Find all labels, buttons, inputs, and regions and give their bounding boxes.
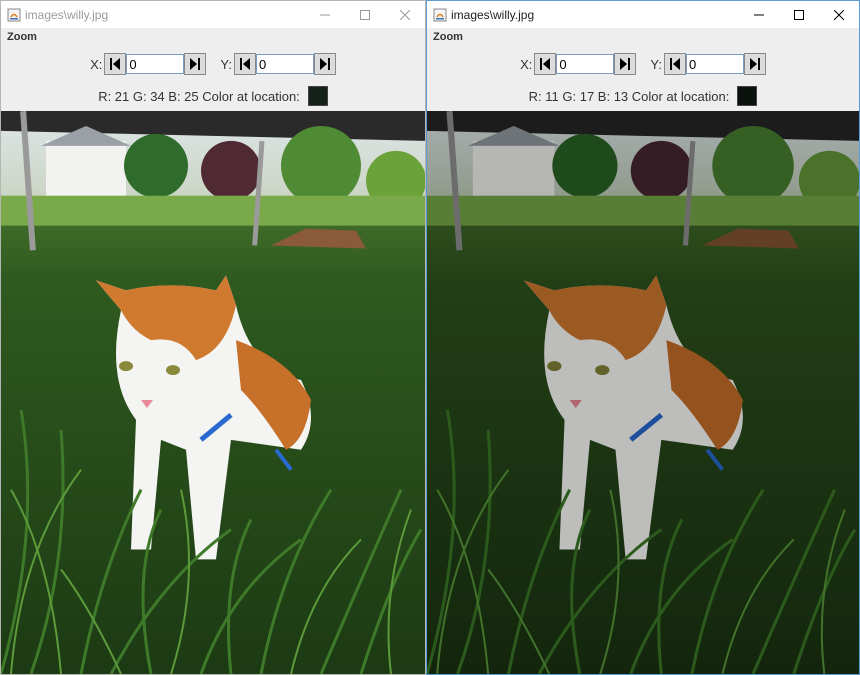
arrow-right-icon: [749, 58, 760, 70]
x-coordinate-input[interactable]: [556, 54, 615, 74]
java-app-icon: [433, 8, 447, 21]
picture-window-darkened: images\willy.jpg Zoom X: Y:: [426, 0, 860, 675]
y-increment-button[interactable]: [313, 53, 336, 75]
y-increment-button[interactable]: [743, 53, 766, 75]
close-button[interactable]: [385, 1, 425, 28]
color-swatch: [307, 86, 328, 106]
y-coordinate-input[interactable]: [255, 54, 314, 74]
coordinate-controls: X: Y:: [427, 51, 859, 77]
title-bar[interactable]: images\willy.jpg: [1, 1, 425, 28]
coordinate-controls: X: Y:: [1, 51, 425, 77]
x-increment-button[interactable]: [184, 53, 207, 75]
close-icon: [834, 9, 844, 20]
menu-zoom[interactable]: Zoom: [7, 31, 37, 43]
java-app-icon: [7, 8, 21, 21]
y-label: Y:: [650, 56, 662, 72]
x-label: X:: [520, 56, 533, 72]
close-button[interactable]: [819, 1, 859, 28]
x-coordinate-input[interactable]: [126, 54, 185, 74]
cat-in-grass-photo-darkened: [427, 111, 859, 674]
color-swatch: [737, 86, 758, 106]
x-decrement-button[interactable]: [104, 53, 127, 75]
arrow-left-icon: [110, 58, 121, 70]
x-label: X:: [90, 56, 103, 72]
rgb-readout: R: 21 G: 34 B: 25 Color at location:: [98, 88, 300, 104]
arrow-left-icon: [540, 58, 551, 70]
arrow-right-icon: [620, 58, 631, 70]
maximize-icon: [360, 9, 370, 20]
color-info: R: 21 G: 34 B: 25 Color at location:: [1, 85, 425, 107]
menu-zoom[interactable]: Zoom: [433, 31, 463, 43]
y-label: Y:: [220, 56, 232, 72]
minimize-button[interactable]: [739, 1, 779, 28]
minimize-icon: [320, 14, 330, 15]
y-coordinate-input[interactable]: [685, 54, 744, 74]
y-decrement-button[interactable]: [233, 53, 256, 75]
maximize-button[interactable]: [779, 1, 819, 28]
rgb-readout: R: 11 G: 17 B: 13 Color at location:: [528, 88, 730, 104]
arrow-left-icon: [669, 58, 680, 70]
menu-bar: Zoom: [427, 28, 859, 46]
window-title: images\willy.jpg: [25, 7, 109, 22]
x-increment-button[interactable]: [614, 53, 637, 75]
arrow-right-icon: [190, 58, 201, 70]
picture-canvas[interactable]: [1, 111, 425, 674]
window-title: images\willy.jpg: [451, 7, 535, 22]
minimize-button[interactable]: [305, 1, 345, 28]
picture-window-original: images\willy.jpg Zoom X: Y:: [0, 0, 426, 675]
y-decrement-button[interactable]: [663, 53, 686, 75]
menu-bar: Zoom: [1, 28, 425, 46]
color-info: R: 11 G: 17 B: 13 Color at location:: [427, 85, 859, 107]
maximize-button[interactable]: [345, 1, 385, 28]
maximize-icon: [794, 9, 804, 20]
x-decrement-button[interactable]: [534, 53, 557, 75]
arrow-right-icon: [319, 58, 330, 70]
arrow-left-icon: [239, 58, 250, 70]
close-icon: [400, 9, 410, 20]
title-bar[interactable]: images\willy.jpg: [427, 1, 859, 28]
cat-in-grass-photo: [1, 111, 425, 674]
minimize-icon: [754, 14, 764, 15]
picture-canvas[interactable]: [427, 111, 859, 674]
